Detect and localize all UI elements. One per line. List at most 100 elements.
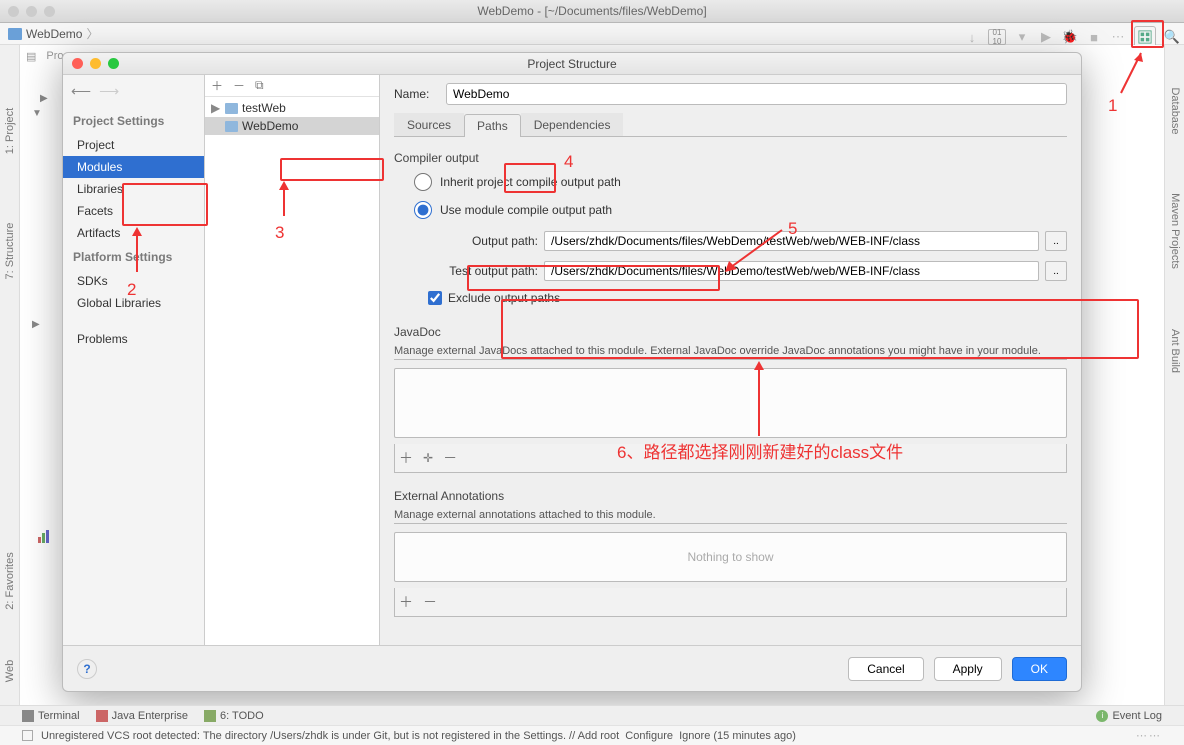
- left-tool-strip: 1: Project 7: Structure 2: Favorites Web: [0, 45, 20, 705]
- status-meta: ⋯⋯: [1136, 729, 1162, 742]
- project-icon[interactable]: ▤: [26, 50, 36, 63]
- event-log-tab[interactable]: iEvent Log: [1096, 710, 1162, 722]
- exclude-label: Exclude output paths: [448, 291, 560, 305]
- dialog-footer: ? Cancel Apply OK: [63, 645, 1081, 691]
- run-icon[interactable]: ▶: [1038, 29, 1054, 45]
- breadcrumb-project[interactable]: WebDemo: [26, 27, 82, 41]
- terminal-tab[interactable]: Terminal: [22, 710, 80, 722]
- apply-button[interactable]: Apply: [934, 657, 1002, 681]
- dialog-titlebar: Project Structure: [63, 53, 1081, 75]
- javadoc-addrem: ＋ ✛ －: [394, 444, 1067, 473]
- tree-expand-icon[interactable]: ▶: [211, 101, 221, 115]
- project-toolbar: ▤ Pro: [26, 50, 64, 63]
- name-label: Name:: [394, 87, 438, 101]
- sidebar-item-problems[interactable]: Problems: [63, 328, 204, 350]
- bits-icon[interactable]: 0110: [988, 29, 1006, 45]
- terminal-icon: [22, 710, 34, 722]
- stop-icon[interactable]: ■: [1086, 29, 1102, 45]
- todo-icon: [204, 710, 216, 722]
- output-path-label: Output path:: [428, 234, 538, 248]
- compiler-output-title: Compiler output: [394, 151, 1067, 165]
- sidebar-item-global-libraries[interactable]: Global Libraries: [63, 292, 204, 314]
- browse-output-button[interactable]: ..: [1045, 231, 1067, 251]
- project-settings-header: Project Settings: [63, 108, 204, 134]
- platform-settings-header: Platform Settings: [63, 244, 204, 270]
- extann-remove-icon[interactable]: －: [423, 592, 437, 612]
- folder-icon: [8, 28, 22, 40]
- javadoc-add2-icon[interactable]: ✛: [423, 451, 433, 465]
- browse-test-output-button[interactable]: ..: [1045, 261, 1067, 281]
- javadoc-list[interactable]: [394, 368, 1067, 438]
- ext-ann-addrem: ＋ －: [394, 588, 1067, 617]
- window-traffic-lights[interactable]: [8, 6, 55, 17]
- sidebar-item-modules[interactable]: Modules: [63, 156, 204, 178]
- module-toolbar: ＋ － ⧉: [205, 75, 379, 97]
- event-badge-icon: i: [1096, 710, 1108, 722]
- tool-window-bar: Terminal Java Enterprise 6: TODO iEvent …: [0, 705, 1184, 725]
- dropdown-icon[interactable]: ▾: [1014, 29, 1030, 45]
- test-output-label: Test output path:: [428, 264, 538, 278]
- chevron-right-icon: 〉: [86, 25, 98, 42]
- tool-maven[interactable]: Maven Projects: [1169, 161, 1181, 301]
- window-title: WebDemo - [~/Documents/files/WebDemo]: [477, 4, 706, 18]
- tool-project[interactable]: 1: Project: [4, 61, 16, 201]
- tab-sources[interactable]: Sources: [394, 113, 464, 136]
- project-label[interactable]: Pro: [46, 50, 63, 63]
- sidebar-item-sdks[interactable]: SDKs: [63, 270, 204, 292]
- debug-icon[interactable]: 🐞: [1062, 29, 1078, 45]
- module-name-input[interactable]: [446, 83, 1067, 105]
- exclude-checkbox[interactable]: [428, 291, 442, 305]
- folder-icon: [225, 121, 238, 132]
- add-module-icon[interactable]: ＋: [211, 77, 223, 94]
- status-toggle-icon[interactable]: [22, 730, 33, 741]
- cancel-button[interactable]: Cancel: [848, 657, 923, 681]
- dialog-title: Project Structure: [527, 57, 616, 71]
- sidebar-item-artifacts[interactable]: Artifacts: [63, 222, 204, 244]
- dialog-sidebar: ⟵ ⟶ Project Settings Project Modules Libr…: [63, 75, 205, 645]
- test-output-input[interactable]: [544, 261, 1039, 281]
- module-tabs: Sources Paths Dependencies: [394, 113, 1067, 137]
- sidebar-item-project[interactable]: Project: [63, 134, 204, 156]
- tool-database[interactable]: Database: [1169, 41, 1181, 181]
- tool-ant[interactable]: Ant Build: [1169, 281, 1181, 421]
- javadoc-desc: Manage external JavaDocs attached to thi…: [394, 345, 1067, 360]
- radio-module-label: Use module compile output path: [440, 203, 612, 217]
- forward-icon[interactable]: ⟶: [99, 83, 119, 100]
- sidebar-item-libraries[interactable]: Libraries: [63, 178, 204, 200]
- ext-ann-title: External Annotations: [394, 489, 1067, 503]
- javaee-tab[interactable]: Java Enterprise: [96, 710, 188, 722]
- sidebar-item-facets[interactable]: Facets: [63, 200, 204, 222]
- tool-structure[interactable]: 7: Structure: [4, 181, 16, 321]
- javaee-icon: [96, 710, 108, 722]
- ext-ann-list[interactable]: Nothing to show: [394, 532, 1067, 582]
- module-testweb[interactable]: ▶ testWeb: [205, 99, 379, 117]
- output-path-input[interactable]: [544, 231, 1039, 251]
- help-button[interactable]: ?: [77, 659, 97, 679]
- radio-inherit-label: Inherit project compile output path: [440, 175, 621, 189]
- todo-tab[interactable]: 6: TODO: [204, 710, 264, 722]
- module-list-pane: ＋ － ⧉ ▶ testWeb WebDemo: [205, 75, 380, 645]
- tab-paths[interactable]: Paths: [464, 114, 521, 137]
- dialog-traffic-lights[interactable]: [72, 58, 119, 69]
- javadoc-title: JavaDoc: [394, 325, 1067, 339]
- remove-module-icon[interactable]: －: [233, 77, 245, 94]
- tab-dependencies[interactable]: Dependencies: [521, 113, 624, 136]
- module-webdemo[interactable]: WebDemo: [205, 117, 379, 135]
- radio-inherit[interactable]: [414, 173, 432, 191]
- download-icon[interactable]: ↓: [964, 29, 980, 45]
- right-tool-strip: Database Maven Projects Ant Build: [1164, 45, 1184, 705]
- javadoc-remove-icon[interactable]: －: [443, 448, 457, 468]
- radio-module[interactable]: [414, 201, 432, 219]
- status-bar: Unregistered VCS root detected: The dire…: [0, 725, 1184, 745]
- window-titlebar: WebDemo - [~/Documents/files/WebDemo]: [0, 0, 1184, 23]
- ext-ann-desc: Manage external annotations attached to …: [394, 509, 1067, 524]
- more-icon[interactable]: ⋯: [1110, 29, 1126, 45]
- project-structure-dialog: Project Structure ⟵ ⟶ Project Settings Pr…: [62, 52, 1082, 692]
- back-icon[interactable]: ⟵: [71, 83, 91, 100]
- javadoc-add-icon[interactable]: ＋: [399, 448, 413, 468]
- folder-icon: [225, 103, 238, 114]
- copy-module-icon[interactable]: ⧉: [255, 78, 264, 93]
- module-details-pane: Name: Sources Paths Dependencies Compile…: [380, 75, 1081, 645]
- ok-button[interactable]: OK: [1012, 657, 1067, 681]
- extann-add-icon[interactable]: ＋: [399, 592, 413, 612]
